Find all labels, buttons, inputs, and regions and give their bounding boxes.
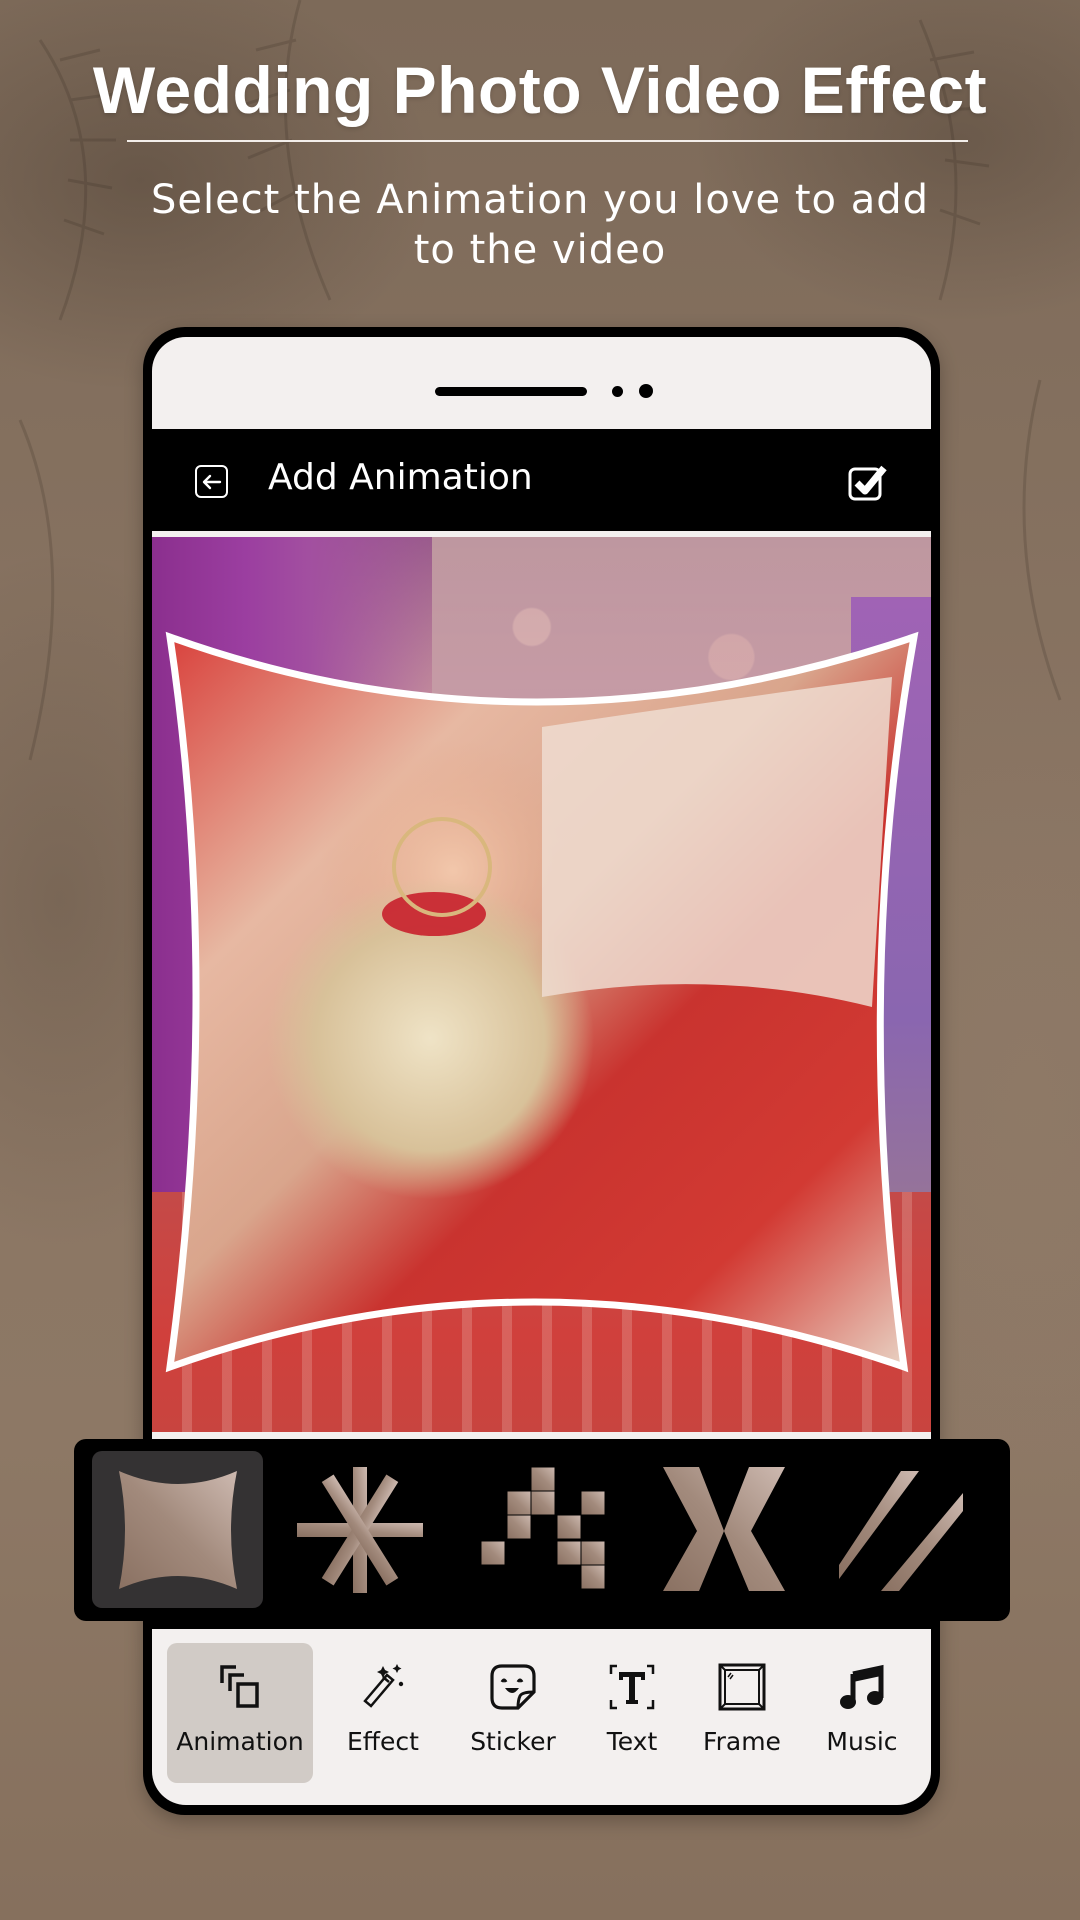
hero-title: Wedding Photo Video Effect: [92, 53, 988, 127]
phone-top-bezel: [152, 337, 931, 429]
animation-option-cross-x[interactable]: [638, 1451, 809, 1608]
pillow-warp-photo-frame: [165, 631, 919, 1373]
nav-tab-animation[interactable]: Animation: [167, 1643, 313, 1783]
back-arrow-icon: [202, 474, 221, 489]
nav-tab-effect[interactable]: Effect: [327, 1643, 439, 1783]
bottom-navigation: Animation Effect Sticker Text Frame Musi…: [152, 1629, 931, 1805]
app-bar: Add Animation: [152, 429, 931, 531]
animation-option-star-burst[interactable]: [274, 1451, 445, 1608]
picture-frame-icon: [718, 1663, 766, 1711]
phone-speaker: [435, 387, 587, 396]
asterisk-burst-icon: [296, 1466, 423, 1593]
nav-label: Music: [826, 1727, 898, 1756]
animation-option-pixel-blocks[interactable]: [458, 1451, 629, 1608]
concave-square-icon: [118, 1470, 237, 1589]
hero-subtitle-line-2: to the video: [413, 227, 667, 273]
phone-sensor-dot: [612, 386, 623, 397]
nav-tab-text[interactable]: Text: [589, 1643, 675, 1783]
x-cross-icon: [662, 1466, 785, 1591]
layers-icon: [220, 1663, 260, 1711]
nav-label: Sticker: [470, 1727, 556, 1756]
nav-label: Frame: [703, 1727, 781, 1756]
sticker-smiley-icon: [490, 1663, 536, 1711]
nav-tab-music[interactable]: Music: [812, 1643, 912, 1783]
hero-subtitle: Select the Animation you love to add to …: [120, 175, 960, 275]
double-slash-icon: [838, 1470, 963, 1591]
animation-picker: [74, 1439, 1010, 1621]
hero-subtitle-line-1: Select the Animation you love to add: [150, 177, 930, 223]
hero-divider: [127, 140, 968, 142]
animation-option-diagonal-slash[interactable]: [816, 1451, 987, 1608]
nav-label: Effect: [347, 1727, 419, 1756]
magic-wand-icon: [361, 1663, 405, 1711]
back-button[interactable]: [195, 465, 228, 498]
nav-tab-sticker[interactable]: Sticker: [454, 1643, 572, 1783]
page-title: Add Animation: [268, 457, 533, 498]
done-button[interactable]: [848, 464, 890, 502]
music-note-icon: [839, 1663, 885, 1711]
video-preview[interactable]: [152, 537, 931, 1432]
checkbox-checked-icon: [848, 465, 887, 501]
pixel-blocks-icon: [480, 1466, 605, 1589]
animation-option-pillow-warp[interactable]: [92, 1451, 263, 1608]
nav-tab-frame[interactable]: Frame: [687, 1643, 797, 1783]
nav-label: Animation: [176, 1727, 304, 1756]
text-T-icon: [609, 1663, 655, 1711]
phone-camera-dot: [639, 384, 653, 398]
nav-label: Text: [606, 1727, 658, 1756]
